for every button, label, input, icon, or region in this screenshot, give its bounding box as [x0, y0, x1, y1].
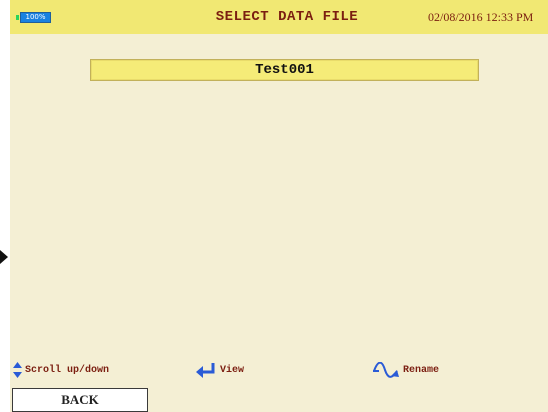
view-legend-label: View — [220, 364, 245, 376]
view-legend: View — [195, 362, 244, 378]
header-bar: 100% SELECT DATA FILE 02/08/2016 12:33 P… — [10, 0, 548, 34]
rename-legend: Rename — [373, 362, 439, 378]
datetime-display: 02/08/2016 12:33 PM — [428, 10, 534, 24]
scroll-legend-label: Scroll up/down — [25, 364, 110, 376]
file-list-item-selected[interactable]: Test001 — [90, 59, 479, 81]
rename-legend-label: Rename — [403, 364, 440, 376]
chevron-right-icon — [0, 250, 8, 264]
file-name: Test001 — [255, 62, 314, 78]
sine-wave-arrow-icon — [373, 362, 399, 378]
enter-arrow-icon — [196, 363, 215, 378]
scroll-legend: Scroll up/down — [13, 362, 109, 378]
page-title-text: SELECT DATA FILE — [215, 9, 359, 25]
device-screen: 100% SELECT DATA FILE 02/08/2016 12:33 P… — [10, 0, 548, 412]
back-button[interactable]: BACK — [12, 388, 148, 412]
up-down-arrows-icon — [13, 362, 22, 378]
